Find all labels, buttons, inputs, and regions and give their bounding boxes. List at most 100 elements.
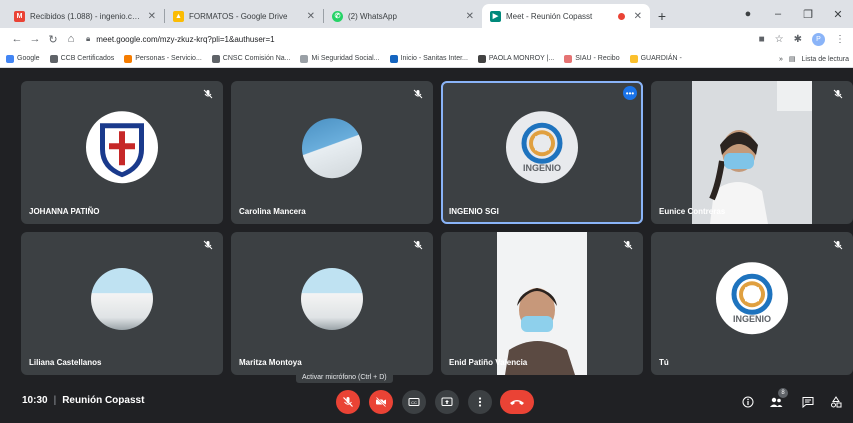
camera-permission-icon[interactable]: ■: [759, 34, 765, 45]
bookmark-label: CCB Certificados: [60, 55, 115, 62]
mic-muted-icon: [201, 87, 215, 101]
profile-avatar[interactable]: P: [812, 32, 825, 46]
participant-name: JOHANNA PATIÑO: [29, 207, 100, 216]
mic-muted-icon: [831, 87, 845, 101]
browser-tools: ■ ☆ ✱ P ⋮: [759, 32, 853, 46]
participant-name: Tú: [659, 358, 669, 367]
lock-icon[interactable]: 🔒︎: [86, 34, 90, 44]
toggle-camera-button[interactable]: [369, 390, 393, 414]
bookmark-item[interactable]: Personas - Servicio...: [124, 54, 202, 63]
camera-off-icon: [375, 396, 387, 408]
present-icon: [441, 397, 453, 406]
close-window-button[interactable]: ✕: [823, 8, 853, 21]
meeting-controls-bar: 10:30 | Reunión Copasst Activar micrófono …: [0, 372, 853, 423]
captions-button[interactable]: CC: [402, 390, 426, 414]
reading-list-button[interactable]: Lista de lectura: [802, 56, 849, 63]
bookmarks-overflow: » ▤ Lista de lectura: [772, 50, 849, 67]
browser-tab-strip: M Recibidos (1.088) - ingenio.cons ✕ ▲ F…: [0, 0, 853, 28]
tab-gmail[interactable]: M Recibidos (1.088) - ingenio.cons ✕: [6, 4, 164, 28]
more-options-icon[interactable]: •••: [623, 86, 637, 100]
more-options-button[interactable]: [468, 390, 492, 414]
present-screen-button[interactable]: [435, 390, 459, 414]
reload-icon[interactable]: ↻: [44, 33, 62, 46]
bookmark-item[interactable]: Inicio - Sanitas Inter...: [389, 54, 468, 63]
maximize-button[interactable]: ❐: [793, 8, 823, 21]
bookmark-favicon-icon: [389, 54, 398, 63]
gmail-icon: M: [14, 10, 25, 22]
participant-name: Carolina Mancera: [239, 207, 306, 216]
tab-search-icon[interactable]: ●: [733, 8, 763, 20]
participant-count-badge: 8: [778, 388, 788, 398]
menu-icon[interactable]: ⋮: [835, 34, 845, 45]
participant-tile[interactable]: Enid Patiño Valencia: [441, 232, 643, 375]
logo-text: INGENIO: [522, 162, 561, 173]
tab-whatsapp[interactable]: ✆ (2) WhatsApp ✕: [324, 4, 482, 28]
bookmark-item[interactable]: CCB Certificados: [49, 54, 115, 63]
bookmark-item[interactable]: Google: [6, 54, 40, 63]
tab-drive[interactable]: ▲ FORMATOS - Google Drive ✕: [165, 4, 323, 28]
meeting-details-button[interactable]: [739, 393, 757, 411]
meeting-grid: JOHANNA PATIÑO Carolina Mancera ••• INGE…: [0, 69, 853, 381]
tab-label: Recibidos (1.088) - ingenio.cons: [30, 11, 144, 21]
window-controls: ● – ❐ ✕: [733, 0, 853, 28]
participant-video: [497, 232, 587, 375]
browser-toolbar: ← → ↻ ⌂ 🔒︎ meet.google.com/mzy-zkuz-krq?…: [0, 28, 853, 50]
forward-icon[interactable]: →: [26, 33, 44, 45]
shield-logo-avatar: [86, 110, 158, 183]
bookmark-label: Mi Seguridad Social...: [311, 55, 380, 62]
recording-indicator-icon: [617, 12, 625, 20]
mic-muted-icon: [621, 238, 635, 252]
toggle-mic-button[interactable]: [336, 390, 360, 414]
participants-button[interactable]: 8: [767, 388, 788, 411]
close-icon[interactable]: ✕: [634, 11, 642, 22]
participant-tile[interactable]: Maritza Montoya: [231, 232, 433, 375]
participant-tile[interactable]: JOHANNA PATIÑO: [21, 81, 223, 224]
participant-tile[interactable]: Carolina Mancera: [231, 81, 433, 224]
home-icon[interactable]: ⌂: [62, 33, 80, 45]
bookmark-star-icon[interactable]: ☆: [775, 34, 784, 45]
captions-icon: CC: [408, 398, 420, 406]
bookmark-label: SIAU - Recibo: [575, 55, 620, 62]
new-tab-button[interactable]: +: [650, 4, 674, 28]
participant-tile-active[interactable]: ••• INGENIO INGENIO SGI: [441, 81, 643, 224]
mic-muted-icon: [201, 238, 215, 252]
info-icon: [742, 396, 754, 408]
mic-muted-icon: [411, 238, 425, 252]
bookmark-favicon-icon: [477, 54, 486, 63]
meet-icon: ▶: [490, 10, 501, 22]
participant-name: Enid Patiño Valencia: [449, 358, 528, 367]
leave-call-button[interactable]: [500, 390, 534, 414]
screen: M Recibidos (1.088) - ingenio.cons ✕ ▲ F…: [0, 0, 853, 423]
overflow-chevron-icon[interactable]: »: [779, 56, 783, 63]
ingenio-logo-avatar: INGENIO: [716, 261, 788, 334]
extensions-icon[interactable]: ✱: [794, 34, 802, 45]
more-vertical-icon: [478, 397, 482, 407]
bookmark-label: Google: [17, 55, 40, 62]
mic-off-icon: [343, 397, 353, 407]
whatsapp-icon: ✆: [332, 10, 343, 22]
participant-name: Liliana Castellanos: [29, 358, 102, 367]
bookmark-label: Inicio - Sanitas Inter...: [400, 55, 468, 62]
bookmark-item[interactable]: PAOLA MONROY |...: [477, 54, 555, 63]
back-icon[interactable]: ←: [8, 33, 26, 45]
participant-tile-self[interactable]: INGENIO Tú: [651, 232, 853, 375]
tab-meet[interactable]: ▶ Meet - Reunión Copasst ✕: [482, 4, 650, 28]
minimize-button[interactable]: –: [763, 8, 793, 20]
close-icon[interactable]: ✕: [148, 11, 156, 22]
participant-video: [692, 81, 812, 224]
address-bar[interactable]: 🔒︎ meet.google.com/mzy-zkuz-krq?pli=1&au…: [86, 30, 759, 48]
close-icon[interactable]: ✕: [307, 11, 315, 22]
bookmark-item[interactable]: CNSC Comisión Na...: [211, 54, 290, 63]
meeting-info: 10:30 | Reunión Copasst: [22, 395, 145, 406]
bookmark-item[interactable]: SIAU - Recibo: [564, 54, 620, 63]
participant-tile[interactable]: Eunice Contreras: [651, 81, 853, 224]
participant-tile[interactable]: Liliana Castellanos: [21, 232, 223, 375]
bookmark-item[interactable]: GUARDIÁN -: [629, 54, 682, 63]
bookmark-label: GUARDIÁN -: [640, 55, 682, 62]
activities-button[interactable]: [827, 393, 845, 411]
bookmark-item[interactable]: Mi Seguridad Social...: [300, 54, 380, 63]
chat-button[interactable]: [799, 393, 817, 411]
tab-label: Meet - Reunión Copasst: [506, 11, 593, 21]
bookmark-label: PAOLA MONROY |...: [488, 55, 555, 62]
close-icon[interactable]: ✕: [466, 11, 474, 22]
